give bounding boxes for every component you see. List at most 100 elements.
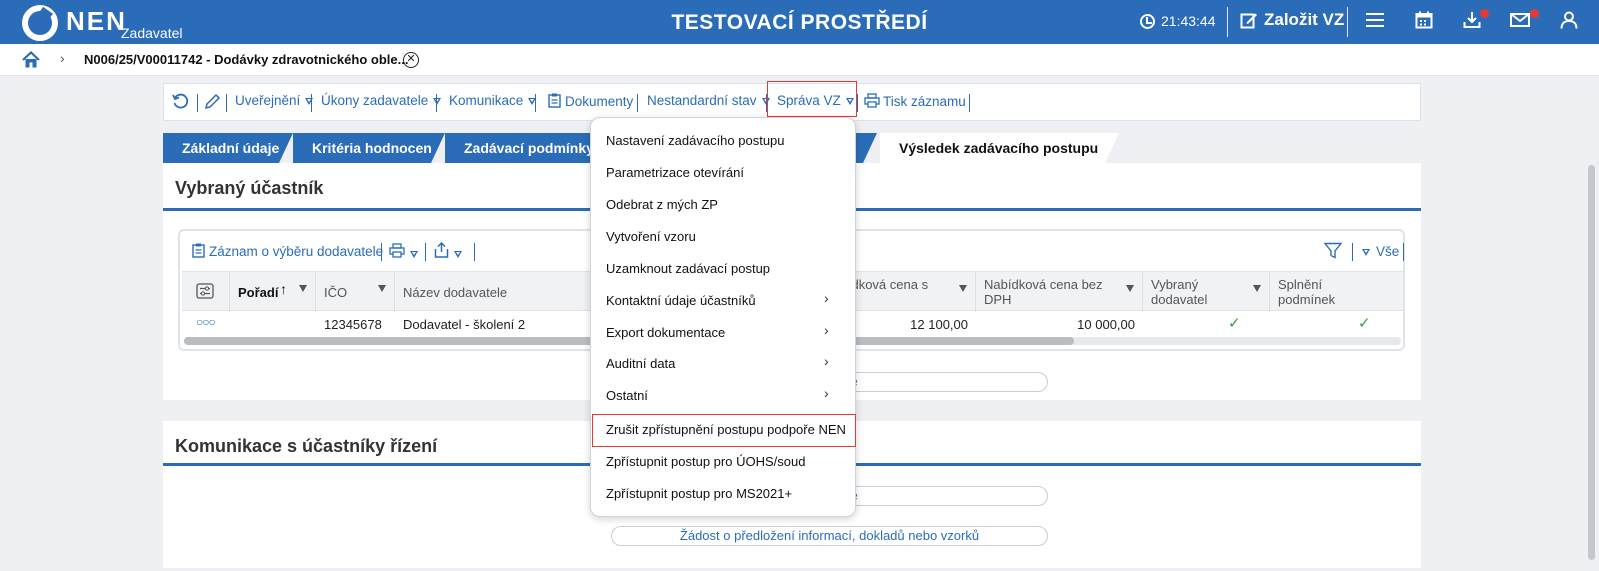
sort-ascending-icon: ↑	[280, 281, 287, 297]
menu-item-uzamknout-zadavaci-postup[interactable]: Uzamknout zadávací postup	[606, 261, 770, 276]
tab-zadavaci-podminky[interactable]: Zadávací podmínky	[445, 133, 614, 163]
dropdown-triangle-icon	[1126, 285, 1134, 292]
cell-price-without-vat: 10 000,00	[1077, 317, 1135, 332]
column-settings-icon[interactable]	[182, 272, 230, 312]
toolbar-item-ukony-zadavatele[interactable]: Úkony zadavatele	[321, 93, 442, 108]
toolbar-item-uverejneni[interactable]: Uveřejnění	[235, 93, 314, 108]
divider	[226, 94, 227, 112]
menu-item-parametrizace-otevirani[interactable]: Parametrizace otevírání	[606, 165, 744, 180]
sprava-vz-dropdown-menu: Nastavení zadávacího postupu Parametriza…	[590, 117, 856, 517]
toolbar-item-nestandardni-stav[interactable]: Nestandardní stav	[647, 93, 770, 108]
create-vz-button[interactable]: Založit VZ	[1240, 10, 1344, 30]
cell-ico: 12345678	[324, 317, 382, 332]
divider	[969, 94, 970, 112]
filter-icon[interactable]	[1323, 242, 1343, 262]
dropdown-triangle-icon	[1253, 285, 1261, 292]
dropdown-triangle-icon	[454, 251, 462, 259]
check-icon: ✓	[1228, 315, 1241, 332]
panel-title: Komunikace s účastníky řízení	[175, 436, 438, 456]
close-icon[interactable]: ✕	[403, 52, 419, 68]
notification-dot	[1480, 9, 1489, 18]
dropdown-triangle-icon	[959, 285, 967, 292]
divider	[436, 94, 437, 112]
menu-item-nastaveni-zadavaciho-postupu[interactable]: Nastavení zadávacího postupu	[606, 133, 785, 148]
cell-name: Dodavatel - školení 2	[403, 317, 526, 332]
edit-icon	[1240, 13, 1257, 29]
pencil-icon[interactable]	[204, 93, 221, 113]
mail-icon[interactable]	[1509, 11, 1531, 33]
breadcrumb-current[interactable]: N006/25/V00011742 - Dodávky zdravotnické…	[84, 52, 408, 67]
record-selection-button[interactable]: Záznam o výběru dodavatele	[192, 243, 383, 259]
menu-item-export-dokumentace[interactable]: Export dokumentace	[606, 325, 725, 340]
clock-icon	[1140, 13, 1155, 29]
dropdown-triangle-icon	[378, 285, 386, 292]
divider	[425, 243, 426, 261]
column-header-splneni-podminek[interactable]: Splnění podmínek	[1270, 272, 1403, 312]
document-icon	[548, 93, 561, 108]
chevron-right-icon: ›	[824, 290, 829, 306]
menu-item-auditni-data[interactable]: Auditní data	[606, 356, 675, 371]
notification-dot	[1530, 9, 1539, 18]
vertical-scrollbar[interactable]	[1588, 165, 1595, 560]
chevron-right-icon: ›	[60, 50, 65, 66]
divider	[857, 94, 858, 112]
divider	[474, 243, 475, 261]
divider	[535, 94, 536, 112]
user-icon[interactable]	[1558, 11, 1580, 33]
tab-kriteria-hodnoceni[interactable]: Kritéria hodnocení	[293, 133, 445, 163]
menu-item-vytvoreni-vzoru[interactable]: Vytvoření vzoru	[606, 229, 696, 244]
column-header-nazev-dodavatele[interactable]: Název dodavatele	[395, 272, 595, 312]
toolbar-item-komunikace[interactable]: Komunikace	[449, 93, 537, 108]
column-header-cena-bez-dph[interactable]: Nabídková cena bez DPH	[976, 272, 1143, 312]
divider	[1227, 7, 1228, 37]
home-icon[interactable]	[22, 50, 40, 69]
divider	[1352, 243, 1353, 261]
print-menu-button[interactable]	[389, 243, 418, 261]
environment-title: TESTOVACÍ PROSTŘEDÍ	[671, 11, 928, 34]
refresh-icon[interactable]	[172, 93, 189, 113]
top-bar: NEN Zadavatel TESTOVACÍ PROSTŘEDÍ 21:43:…	[0, 0, 1599, 44]
column-header-poradi[interactable]: Pořadí ↑	[230, 272, 316, 312]
row-actions-icon[interactable]: ○○○	[196, 315, 216, 329]
toolbar-item-dokumenty[interactable]: Dokumenty	[548, 93, 633, 109]
dropdown-triangle-icon	[433, 97, 442, 105]
toolbar-item-tisk-zaznamu[interactable]: Tisk záznamu	[864, 93, 966, 109]
sprava-vz-highlight	[767, 81, 857, 117]
menu-item-zrusit-zpristupneni-podpore-nen[interactable]: Zrušit zpřístupnění postupu podpoře NEN	[606, 422, 846, 437]
divider	[381, 243, 382, 261]
menu-item-ostatni[interactable]: Ostatní	[606, 388, 648, 403]
divider	[1403, 243, 1404, 261]
divider	[311, 94, 312, 112]
menu-item-zpristupnit-uohs-soud[interactable]: Zpřístupnit postup pro ÚOHS/soud	[606, 454, 805, 469]
dropdown-triangle-icon	[410, 251, 418, 259]
divider	[1347, 7, 1348, 37]
export-menu-button[interactable]	[434, 241, 462, 261]
calendar-icon[interactable]	[1413, 11, 1435, 33]
tab-zakladni-udaje[interactable]: Základní údaje	[163, 133, 293, 163]
print-icon	[864, 93, 880, 108]
filter-all-button[interactable]: Vše	[1362, 244, 1399, 259]
request-documents-button[interactable]: Žádost o předložení informací, dokladů n…	[611, 526, 1048, 546]
chevron-right-icon: ›	[824, 353, 829, 369]
document-icon	[192, 243, 205, 258]
column-header-vybrany-dodavatel[interactable]: Vybraný dodavatel	[1143, 272, 1270, 312]
column-header-ico[interactable]: IČO	[316, 272, 395, 312]
menu-item-zpristupnit-ms2021[interactable]: Zpřístupnit postup pro MS2021+	[606, 486, 792, 501]
divider	[197, 94, 198, 112]
share-icon	[434, 241, 449, 258]
panel-title: Vybraný účastník	[175, 178, 324, 198]
divider	[637, 94, 638, 112]
session-clock: 21:43:44	[1140, 13, 1216, 29]
menu-item-kontaktni-udaje-ucastniku[interactable]: Kontaktní údaje účastníků	[606, 293, 756, 308]
print-icon	[389, 243, 405, 258]
menu-icon[interactable]	[1364, 11, 1386, 33]
dropdown-triangle-icon	[1362, 248, 1370, 256]
create-vz-label: Založit VZ	[1264, 10, 1345, 29]
menu-item-odebrat-z-mych-zp[interactable]: Odebrat z mých ZP	[606, 197, 718, 212]
cell-price-with-vat: 12 100,00	[910, 317, 968, 332]
clock-time: 21:43:44	[1161, 13, 1216, 29]
chevron-right-icon: ›	[824, 385, 829, 401]
tab-vysledek-zadavaciho-postupu[interactable]: Výsledek zadávacího postupu	[880, 133, 1119, 163]
dropdown-triangle-icon	[299, 285, 307, 292]
breadcrumb: › N006/25/V00011742 - Dodávky zdravotnic…	[0, 44, 1599, 76]
